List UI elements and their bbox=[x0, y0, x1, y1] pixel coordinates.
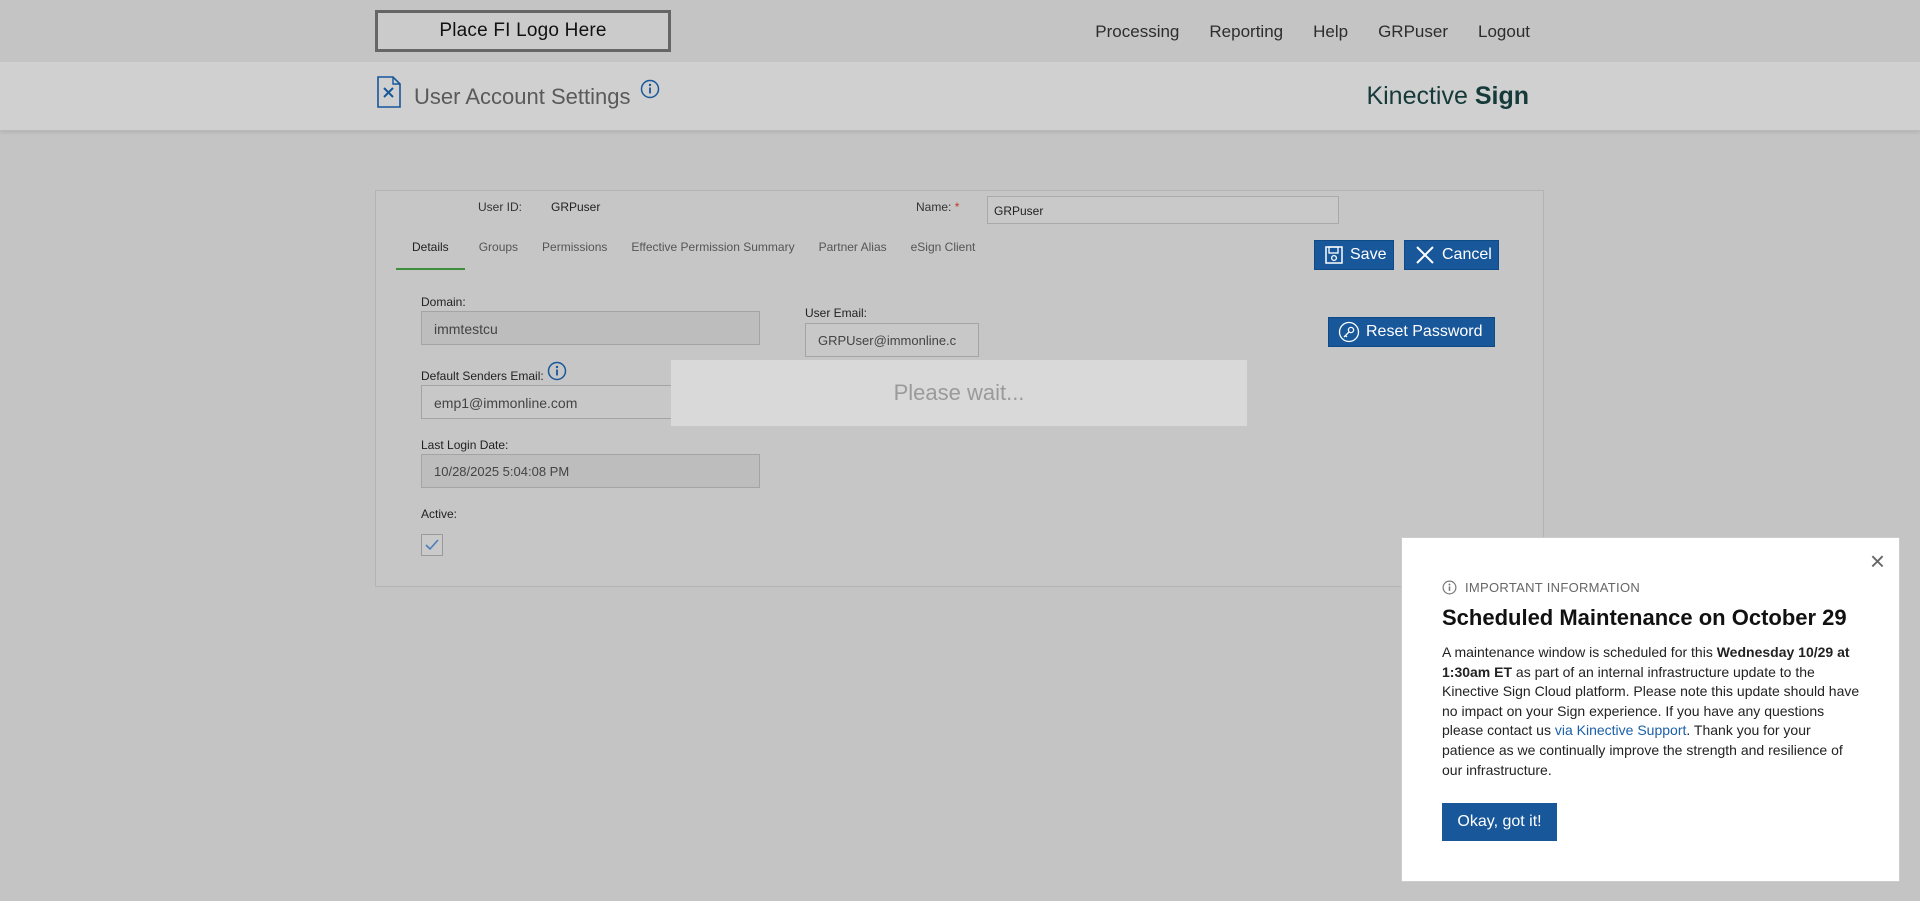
user-id-label: User ID: bbox=[478, 200, 523, 214]
active-label: Active: bbox=[421, 507, 458, 521]
domain-label: Domain: bbox=[421, 295, 466, 309]
main-nav: Processing Reporting Help GRPuser Logout bbox=[1095, 22, 1530, 42]
user-email-field[interactable]: GRPUser@immonline.c bbox=[805, 323, 979, 357]
name-label: Name: * bbox=[916, 200, 959, 214]
please-wait-text: Please wait... bbox=[893, 380, 1025, 405]
reset-password-button[interactable]: Reset Password bbox=[1328, 317, 1495, 347]
nav-logout[interactable]: Logout bbox=[1478, 22, 1530, 42]
tab-details[interactable]: Details bbox=[396, 240, 465, 270]
user-id-value: GRPuser bbox=[551, 200, 601, 214]
save-button[interactable]: Save bbox=[1314, 240, 1394, 270]
tab-groups[interactable]: Groups bbox=[469, 240, 528, 270]
key-icon bbox=[1338, 321, 1360, 343]
top-navigation-bar: Place FI Logo Here Processing Reporting … bbox=[0, 0, 1920, 62]
brand-bold: Sign bbox=[1474, 82, 1529, 110]
save-label: Save bbox=[1350, 246, 1387, 263]
user-email-label: User Email: bbox=[805, 306, 868, 320]
save-icon bbox=[1325, 246, 1343, 264]
name-label-text: Name: bbox=[916, 200, 952, 214]
checkmark-icon bbox=[425, 539, 439, 551]
default-senders-email-label: Default Senders Email: bbox=[421, 369, 544, 383]
nav-user[interactable]: GRPuser bbox=[1378, 22, 1448, 42]
settings-tabs: Details Groups Permissions Effective Per… bbox=[396, 240, 989, 270]
close-icon[interactable]: × bbox=[1870, 548, 1885, 574]
title-band bbox=[0, 62, 1920, 131]
dialog-body: A maintenance window is scheduled for th… bbox=[1442, 643, 1862, 780]
document-settings-icon bbox=[377, 76, 401, 108]
nav-reporting[interactable]: Reporting bbox=[1209, 22, 1283, 42]
kicker-text: IMPORTANT INFORMATION bbox=[1465, 580, 1641, 595]
fi-logo-placeholder[interactable]: Place FI Logo Here bbox=[375, 10, 671, 52]
info-icon[interactable] bbox=[547, 361, 567, 381]
tab-effective-permission-summary[interactable]: Effective Permission Summary bbox=[621, 240, 804, 270]
active-checkbox[interactable] bbox=[421, 534, 443, 556]
dialog-title: Scheduled Maintenance on October 29 bbox=[1442, 605, 1847, 630]
logo-text: Place FI Logo Here bbox=[439, 20, 607, 41]
page-title: User Account Settings bbox=[414, 84, 631, 109]
reset-password-label: Reset Password bbox=[1366, 323, 1483, 340]
cancel-button[interactable]: Cancel bbox=[1404, 240, 1499, 270]
info-icon[interactable] bbox=[640, 79, 660, 99]
nav-processing[interactable]: Processing bbox=[1095, 22, 1179, 42]
brand-regular: Kinective bbox=[1366, 82, 1475, 110]
kinective-support-link[interactable]: via Kinective Support bbox=[1555, 722, 1687, 738]
nav-help[interactable]: Help bbox=[1313, 22, 1348, 42]
close-icon bbox=[1416, 246, 1434, 264]
okay-got-it-button[interactable]: Okay, got it! bbox=[1442, 803, 1557, 841]
name-input[interactable]: GRPuser bbox=[987, 196, 1339, 224]
last-login-date-label: Last Login Date: bbox=[421, 438, 509, 452]
maintenance-notice-dialog: × IMPORTANT INFORMATION Scheduled Mainte… bbox=[1401, 537, 1900, 882]
tab-esign-client[interactable]: eSign Client bbox=[901, 240, 986, 270]
tab-partner-alias[interactable]: Partner Alias bbox=[809, 240, 897, 270]
domain-field[interactable]: immtestcu bbox=[421, 311, 760, 345]
tab-permissions[interactable]: Permissions bbox=[532, 240, 617, 270]
required-marker: * bbox=[954, 200, 960, 214]
body-text-1: A maintenance window is scheduled for th… bbox=[1442, 644, 1717, 660]
last-login-date-field: 10/28/2025 5:04:08 PM bbox=[421, 454, 760, 488]
brand-logo: Kinective Sign bbox=[1366, 82, 1529, 111]
please-wait-overlay: Please wait... bbox=[671, 360, 1247, 426]
info-icon bbox=[1442, 580, 1457, 595]
important-information-kicker: IMPORTANT INFORMATION bbox=[1442, 580, 1640, 595]
cancel-label: Cancel bbox=[1442, 246, 1492, 263]
